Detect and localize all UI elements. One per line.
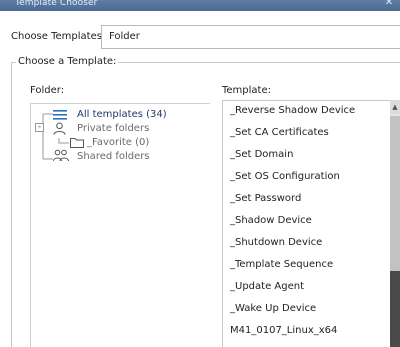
template-item[interactable]: _Template Sequence: [230, 259, 333, 270]
group-legend: Choose a Template:: [16, 56, 119, 67]
template-label: Template:: [222, 85, 271, 96]
folder-label: Folder:: [30, 85, 65, 96]
scrollbar-lower-track[interactable]: [390, 271, 400, 347]
collapse-toggle[interactable]: -: [35, 123, 44, 132]
tree-item-label: Private folders: [77, 123, 150, 134]
choose-templates-row: Choose Templates by: Folder: [0, 22, 400, 50]
template-item[interactable]: _Update Agent: [230, 281, 304, 292]
list-icon: [53, 110, 67, 120]
scroll-up-icon[interactable]: ▲: [390, 100, 400, 114]
template-chooser-window: Template Chooser ✕ Choose Templates by: …: [0, 0, 400, 347]
tree-item-label: _Favorite (0): [87, 137, 150, 148]
template-item[interactable]: _Set CA Certificates: [230, 127, 329, 138]
choose-templates-value: Folder: [109, 31, 140, 42]
close-icon[interactable]: ✕: [384, 0, 394, 9]
tree-item-favorite[interactable]: _Favorite (0): [87, 137, 149, 148]
template-item[interactable]: _Wake Up Device: [230, 303, 316, 314]
template-item[interactable]: _Shadow Device: [230, 215, 312, 226]
template-item[interactable]: _Set OS Configuration: [230, 171, 340, 182]
window-title: Template Chooser: [15, 0, 98, 8]
title-bar: Template Chooser ✕: [0, 0, 400, 11]
template-item[interactable]: _Shutdown Device: [230, 237, 322, 248]
people-icon: [53, 149, 69, 162]
folder-icon: [70, 138, 84, 148]
tree-item-label: All templates (34): [77, 109, 167, 120]
tree-item-private-folders[interactable]: Private folders: [77, 123, 149, 134]
scrollbar-thumb[interactable]: [390, 116, 400, 271]
choose-templates-select[interactable]: Folder: [101, 25, 400, 49]
template-item[interactable]: _Set Password: [230, 193, 301, 204]
template-item[interactable]: M41_0107_Linux_x64: [230, 325, 337, 336]
tree-item-label: Shared folders: [77, 151, 150, 162]
template-item[interactable]: _Set Domain: [230, 149, 293, 160]
person-icon: [53, 122, 66, 135]
template-item[interactable]: _Reverse Shadow Device: [230, 105, 355, 116]
tree-item-all-templates[interactable]: All templates (34): [77, 109, 167, 120]
tree-item-shared-folders[interactable]: Shared folders: [77, 151, 150, 162]
